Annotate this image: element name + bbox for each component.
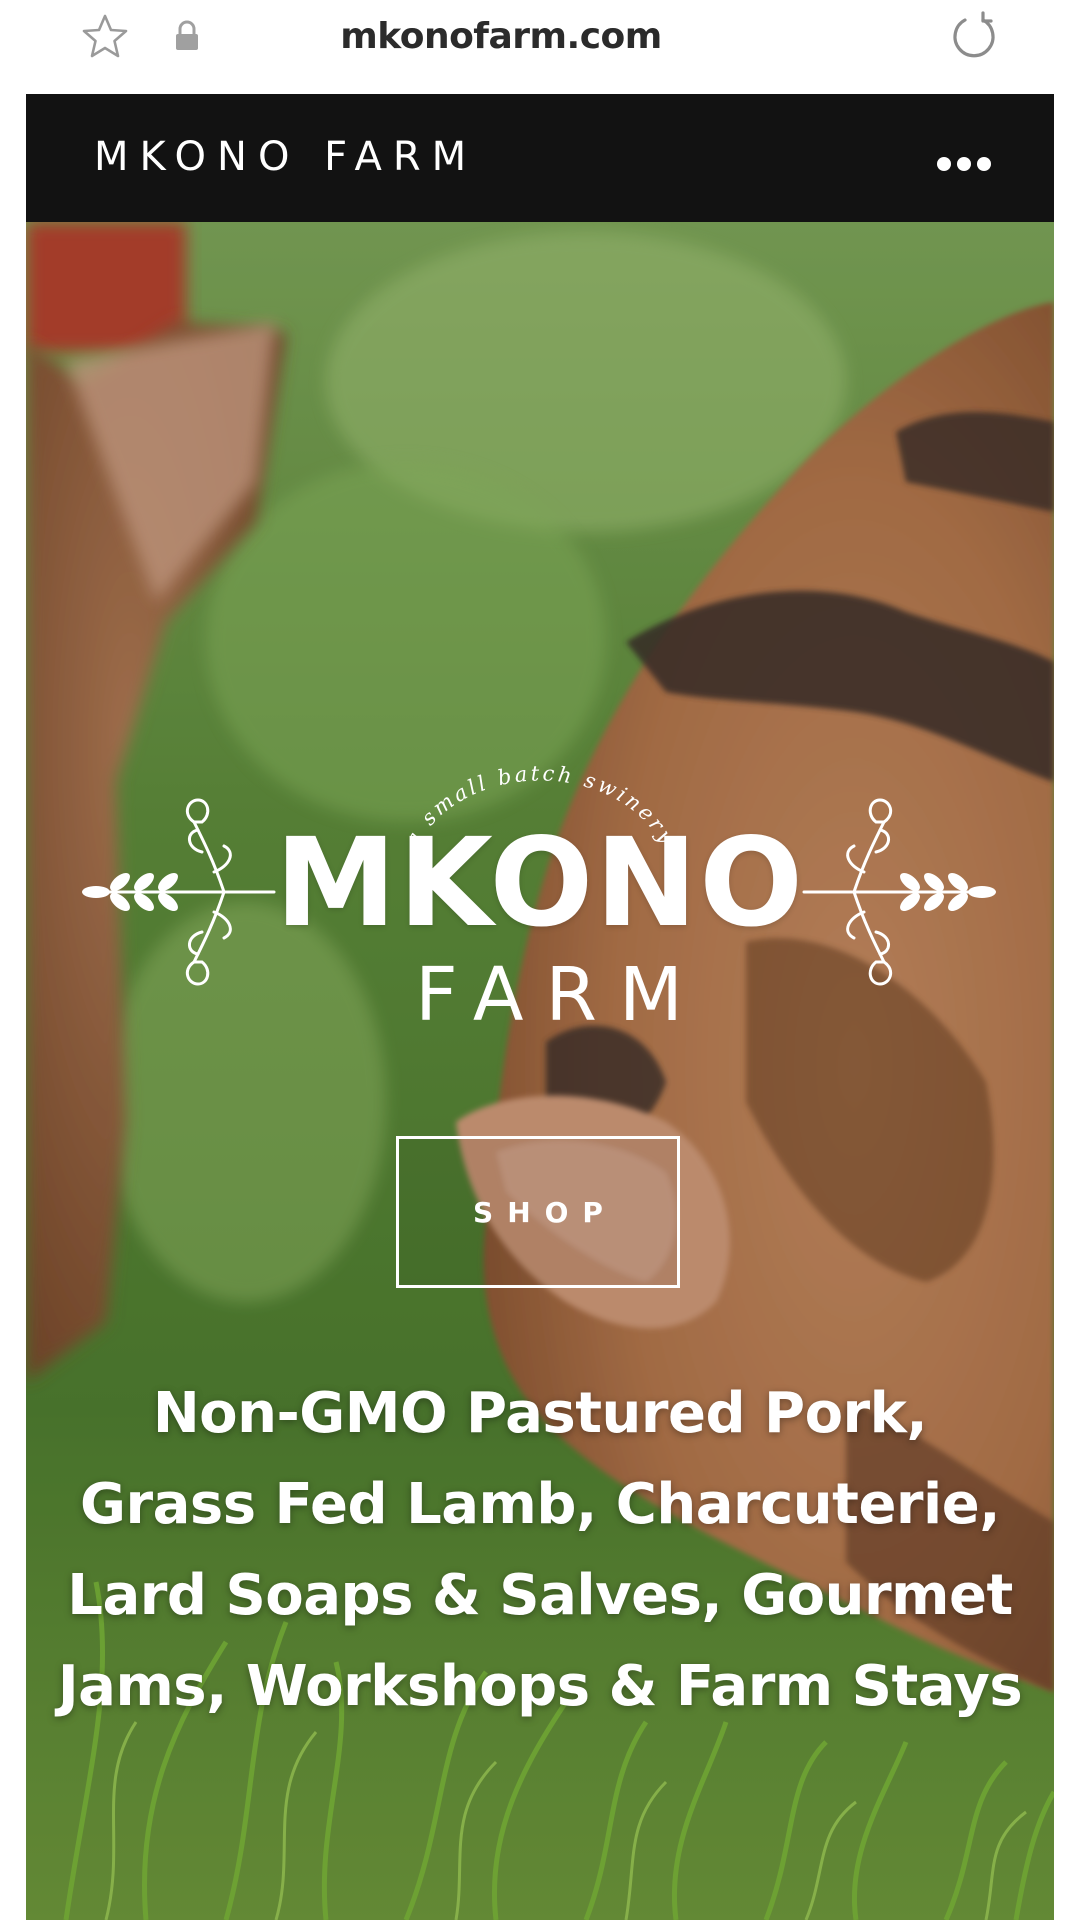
site-title[interactable]: MKONO FARM bbox=[94, 134, 477, 180]
logo-subtitle: FARM bbox=[415, 952, 705, 1038]
phone-viewport: mkonofarm.com MKONO FARM a small batch s… bbox=[26, 0, 1054, 1920]
site-header: MKONO FARM bbox=[26, 94, 1054, 222]
hero-description: Non-GMO Pastured Pork, Grass Fed Lamb, C… bbox=[57, 1381, 1023, 1719]
logo-name: MKONO bbox=[275, 812, 805, 954]
reload-icon[interactable] bbox=[948, 10, 1000, 62]
more-dots-icon[interactable] bbox=[934, 152, 994, 176]
browser-toolbar: mkonofarm.com bbox=[26, 0, 1054, 94]
hero-section: a small batch swinery MKONO FARM SHOP No… bbox=[26, 222, 1054, 1920]
address-bar-url[interactable]: mkonofarm.com bbox=[226, 12, 776, 62]
shop-button-label: SHOP bbox=[473, 1195, 617, 1229]
star-icon[interactable] bbox=[80, 12, 130, 62]
lock-icon bbox=[176, 20, 198, 50]
shop-button[interactable]: SHOP bbox=[396, 1136, 680, 1288]
